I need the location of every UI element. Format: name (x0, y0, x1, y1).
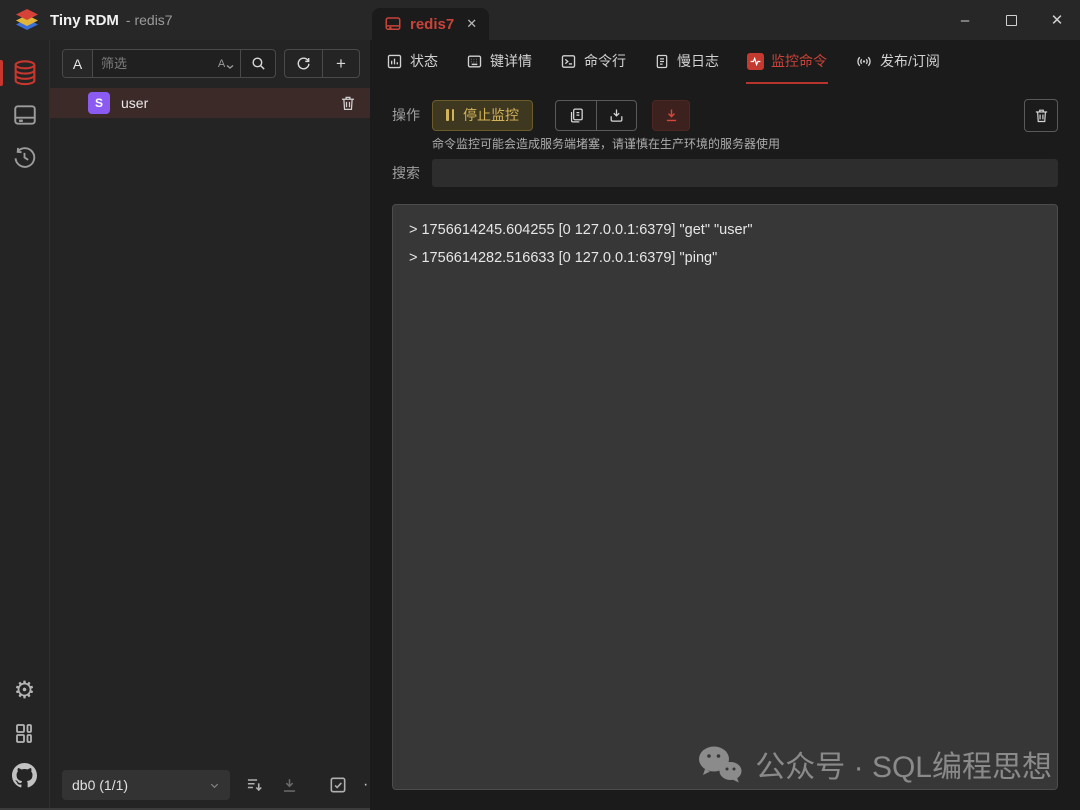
copy-icon (568, 107, 585, 124)
server-icon (12, 102, 38, 128)
pulse-icon (747, 53, 764, 70)
app-logo-icon (14, 7, 40, 33)
sort-list-icon (245, 775, 265, 795)
exact-match-toggle[interactable]: A (63, 50, 93, 77)
gear-icon: ⚙ (14, 679, 36, 703)
key-tree-panel: A A (50, 40, 370, 808)
title-bar: Tiny RDM - redis7 redis7 ✕ – ✕ (0, 0, 1080, 40)
filter-input-group: A A (62, 49, 276, 78)
plus-icon: + (336, 54, 346, 74)
trash-icon[interactable] (339, 94, 357, 112)
key-row-user[interactable]: S user (50, 88, 370, 118)
tree-empty-area (50, 118, 370, 766)
download-icon (608, 107, 625, 124)
monitor-warning: 命令监控可能会造成服务端堵塞，请谨慎在生产环境的服务器使用 (432, 135, 1058, 152)
connection-tab[interactable]: redis7 ✕ (372, 8, 489, 40)
key-name: user (121, 95, 328, 111)
filter-input[interactable] (93, 50, 212, 77)
tiny-rdm-window: Tiny RDM - redis7 redis7 ✕ – ✕ (0, 0, 1080, 810)
download-icon (280, 776, 299, 795)
close-button[interactable]: ✕ (1034, 0, 1080, 40)
stop-monitor-button[interactable]: 停止监控 (432, 100, 533, 131)
minimize-button[interactable]: – (942, 0, 988, 40)
sort-az-icon[interactable]: A (212, 50, 240, 77)
save-log-button[interactable] (596, 101, 636, 130)
add-key-button[interactable]: + (322, 50, 359, 77)
database-icon (11, 58, 39, 88)
github-icon (12, 763, 37, 788)
log-io-group (555, 100, 637, 131)
nav-server[interactable] (0, 94, 50, 136)
checkbox-icon (328, 775, 348, 795)
monitor-log[interactable]: > 1756614245.604255 [0 127.0.0.1:6379] "… (392, 204, 1058, 790)
refresh-button[interactable] (285, 50, 322, 77)
auto-scroll-button[interactable] (652, 100, 690, 131)
app-title: Tiny RDM (50, 12, 119, 29)
log-line: > 1756614282.516633 [0 127.0.0.1:6379] "… (409, 244, 1041, 272)
tree-footer: db0 (1/1) (50, 766, 370, 808)
main-panel: 状态 键详情 命令行 慢日志 (370, 40, 1080, 810)
db-selector-value: db0 (1/1) (72, 777, 128, 793)
tab-close-icon[interactable]: ✕ (466, 16, 477, 32)
tab-status[interactable]: 状态 (385, 40, 439, 84)
search-icon (250, 55, 267, 72)
connection-tab-label: redis7 (410, 16, 454, 33)
slowlog-icon (654, 53, 670, 70)
bar-chart-icon (386, 53, 403, 70)
checkbox-mode-button[interactable] (328, 775, 348, 795)
github-button[interactable] (0, 754, 50, 796)
settings-button[interactable]: ⚙ (0, 670, 50, 712)
flush-db-button[interactable] (245, 775, 265, 795)
filter-bar: A A (50, 40, 370, 85)
chevron-down-icon (209, 780, 220, 791)
action-row: 操作 停止监控 (392, 98, 1058, 132)
nav-history[interactable] (0, 136, 50, 178)
search-button[interactable] (240, 50, 275, 77)
key-detail-icon (466, 53, 483, 70)
copy-log-button[interactable] (556, 101, 596, 130)
import-button[interactable] (280, 776, 299, 795)
refresh-icon (295, 55, 312, 72)
broadcast-icon (855, 53, 873, 70)
search-input[interactable] (432, 159, 1058, 187)
app-subtitle: - redis7 (126, 12, 173, 28)
log-line: > 1756614245.604255 [0 127.0.0.1:6379] "… (409, 216, 1041, 244)
search-label: 搜索 (392, 163, 432, 183)
tab-cli[interactable]: 命令行 (559, 40, 627, 84)
search-row: 搜索 (392, 159, 1058, 187)
tab-pubsub[interactable]: 发布/订阅 (854, 40, 941, 84)
export-icon (663, 107, 680, 124)
server-icon (384, 15, 402, 33)
apps-grid-icon (13, 721, 37, 745)
maximize-icon (1006, 15, 1017, 26)
tree-actions-group: + (284, 49, 360, 78)
pause-icon (446, 109, 454, 121)
activity-bar: ⚙ (0, 40, 50, 808)
db-selector[interactable]: db0 (1/1) (62, 770, 230, 800)
active-indicator (0, 60, 3, 86)
clear-log-button[interactable] (1024, 99, 1058, 132)
tab-slowlog[interactable]: 慢日志 (653, 40, 720, 84)
monitor-content: 操作 停止监控 (370, 84, 1080, 810)
trash-icon (1033, 107, 1050, 124)
action-label: 操作 (392, 105, 432, 125)
nav-browser[interactable] (0, 52, 50, 94)
history-icon (12, 145, 37, 170)
maximize-button[interactable] (988, 0, 1034, 40)
apps-button[interactable] (0, 712, 50, 754)
tab-key-detail[interactable]: 键详情 (465, 40, 533, 84)
terminal-icon (560, 53, 577, 70)
tab-monitor[interactable]: 监控命令 (746, 40, 828, 84)
type-badge-set: S (88, 92, 110, 114)
tab-bar: 状态 键详情 命令行 慢日志 (370, 40, 1080, 84)
left-panel: ⚙ A (0, 40, 370, 810)
window-controls: – ✕ (942, 0, 1080, 40)
